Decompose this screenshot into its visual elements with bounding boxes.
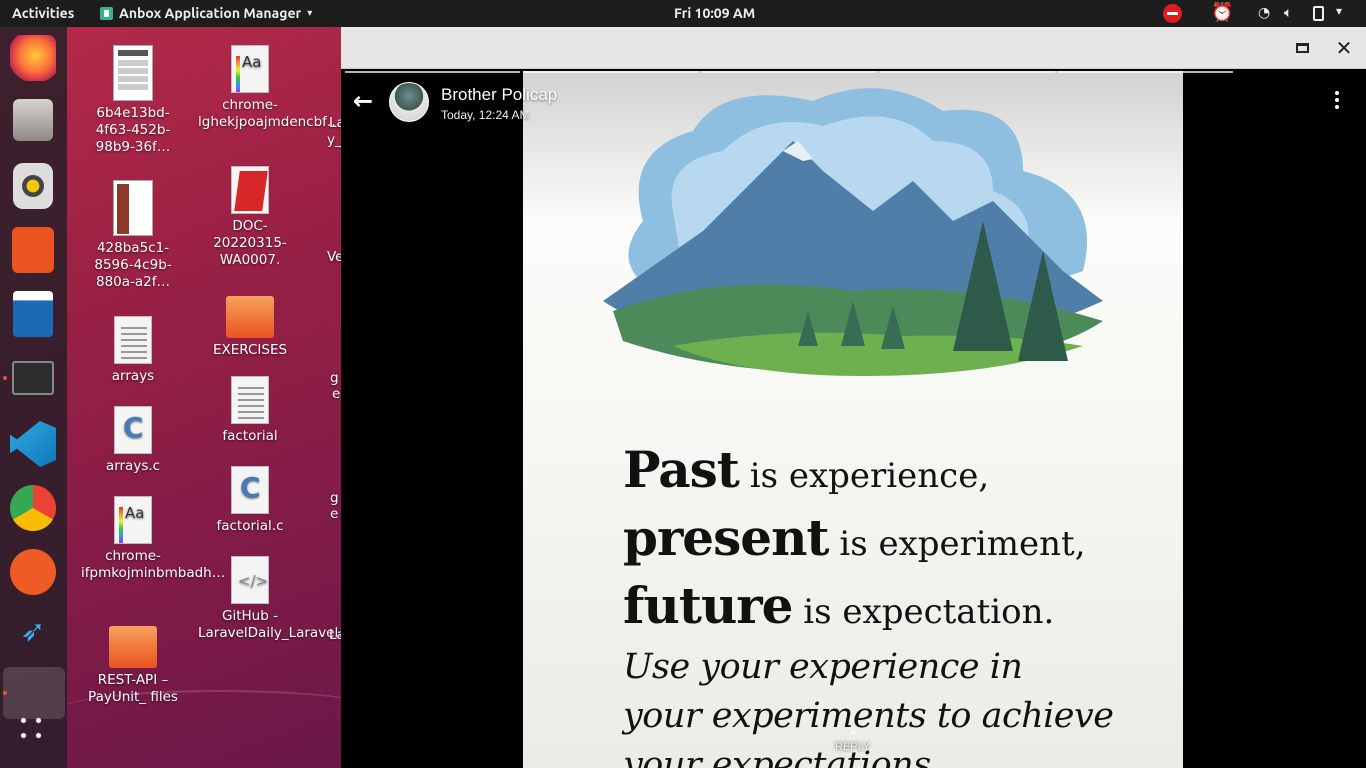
close-button[interactable]: ✕ [1333, 37, 1355, 59]
document-thumbnail-icon [113, 45, 153, 101]
app-menu[interactable]: Anbox Application Manager ▾ [100, 5, 312, 21]
font-file-icon [114, 496, 152, 544]
desktop-file-label: factorial.c [216, 518, 284, 534]
story-timestamp: Today, 12:24 AM [441, 108, 530, 122]
folder-icon [226, 296, 274, 338]
desktop-file-label: EXERCISES [212, 342, 288, 358]
avatar[interactable] [389, 82, 429, 122]
story-header: ← Brother Policap Today, 12:24 AM [341, 71, 1366, 131]
desktop-file-label: 6b4e13bd-4f63-452b-98b9-36f… [95, 105, 171, 155]
desktop-file-label: factorial [222, 428, 278, 444]
maximize-icon [1296, 43, 1309, 53]
document-thumbnail-icon [113, 180, 153, 236]
do-not-disturb-icon[interactable] [1163, 4, 1182, 23]
reply-button[interactable]: REPLY [835, 741, 870, 753]
desktop-file-label: REST-API – PayUnit_ files [88, 672, 178, 705]
text-file-icon [114, 316, 152, 364]
kingfisher-icon[interactable]: ➶ [10, 613, 56, 659]
wifi-icon[interactable]: ◔ [1258, 4, 1270, 21]
anbox-window: ✕ Past is experience, present is experim… [341, 27, 1366, 768]
text-file-icon [231, 376, 269, 424]
quote-line: present is experiment, [623, 508, 1086, 567]
desktop-file[interactable]: 428ba5c1-8596-4c9b-880a-a2f… [81, 180, 185, 291]
c-file-icon [114, 406, 152, 454]
desktop-file[interactable]: chrome-ifpmkojminbmbadh… [81, 496, 225, 582]
app-menu-label: Anbox Application Manager [119, 5, 302, 21]
terminal-icon[interactable] [12, 361, 54, 395]
clock[interactable]: Fri 10:09 AM [674, 5, 755, 21]
desktop-file[interactable]: 6b4e13bd-4f63-452b-98b9-36f… [81, 45, 185, 156]
desktop-file-label[interactable]: e [330, 506, 338, 522]
quote-line: future is expectation. [623, 576, 1055, 635]
postman-icon[interactable] [10, 549, 56, 595]
more-options-icon[interactable] [1335, 91, 1341, 112]
alarm-clock-icon[interactable]: ⏰ [1211, 2, 1233, 23]
c-file-icon [231, 466, 269, 514]
running-indicator [3, 376, 7, 380]
battery-icon[interactable] [1313, 6, 1324, 21]
chevron-down-icon: ▾ [307, 7, 313, 18]
firefox-icon[interactable] [10, 35, 56, 81]
desktop-file[interactable]: arrays.c [81, 406, 185, 475]
libreoffice-writer-icon[interactable] [13, 291, 53, 337]
desktop-file[interactable]: factorial [198, 376, 302, 445]
story-quote-text: Past is experience, present is experimen… [623, 439, 1163, 768]
maximize-button[interactable] [1291, 37, 1313, 59]
sender-name: Brother Policap [441, 85, 558, 104]
back-arrow-icon[interactable]: ← [353, 87, 373, 115]
quote-italic-line: Use your experience in [623, 647, 1023, 687]
show-applications-icon[interactable] [16, 713, 50, 747]
html-file-icon [231, 556, 269, 604]
font-file-icon [231, 45, 269, 93]
files-icon[interactable] [13, 99, 53, 141]
desktop-file-label: DOC-20220315-WA0007. [213, 218, 287, 268]
software-center-icon[interactable] [12, 227, 54, 273]
close-icon: ✕ [1335, 36, 1353, 59]
desktop-file[interactable]: DOC-20220315-WA0007. [198, 166, 302, 269]
desktop-file-label: 428ba5c1-8596-4c9b-880a-a2f… [94, 240, 172, 290]
desktop-file-label[interactable]: y_ [327, 132, 342, 148]
desktop-file-label[interactable]: e [332, 386, 340, 402]
window-titlebar[interactable]: ✕ [341, 27, 1366, 69]
desktop-file-label: arrays.c [105, 458, 161, 474]
dock: ➶ [0, 27, 67, 768]
desktop-file-label[interactable]: g [330, 370, 339, 386]
chrome-icon[interactable] [10, 485, 56, 531]
top-bar: Activities Anbox Application Manager ▾ F… [0, 0, 1366, 27]
volume-icon[interactable]: 🔈︎ [1284, 4, 1292, 21]
status-story-image[interactable]: Past is experience, present is experimen… [523, 71, 1183, 768]
activities-button[interactable]: Activities [12, 5, 74, 21]
anbox-icon[interactable] [3, 667, 65, 719]
rhythmbox-icon[interactable] [13, 163, 53, 209]
quote-italic-line: your experiments to achieve [623, 696, 1114, 736]
desktop-folder[interactable]: REST-API – PayUnit_ files [81, 616, 185, 706]
desktop-file[interactable]: arrays [81, 316, 185, 385]
quote-italic-line: your expectations. [623, 745, 942, 768]
anbox-app-icon [100, 6, 113, 20]
folder-icon [109, 626, 157, 668]
quote-line: Past is experience, [623, 440, 990, 499]
chevron-down-icon[interactable]: ▾ [1336, 4, 1342, 18]
pdf-file-icon [231, 166, 269, 214]
desktop-file[interactable]: factorial.c [198, 466, 302, 535]
running-indicator [3, 691, 7, 695]
desktop-file-label[interactable]: g [330, 490, 339, 506]
desktop-file-label: arrays [111, 368, 155, 384]
vscode-icon[interactable] [10, 421, 56, 467]
desktop-folder[interactable]: EXERCISES [198, 286, 302, 359]
desktop-file[interactable]: GitHub - LaravelDaily_Laravel… [198, 556, 352, 642]
desktop-file[interactable]: chrome-lghekjpoajmdencbf… [198, 45, 340, 131]
